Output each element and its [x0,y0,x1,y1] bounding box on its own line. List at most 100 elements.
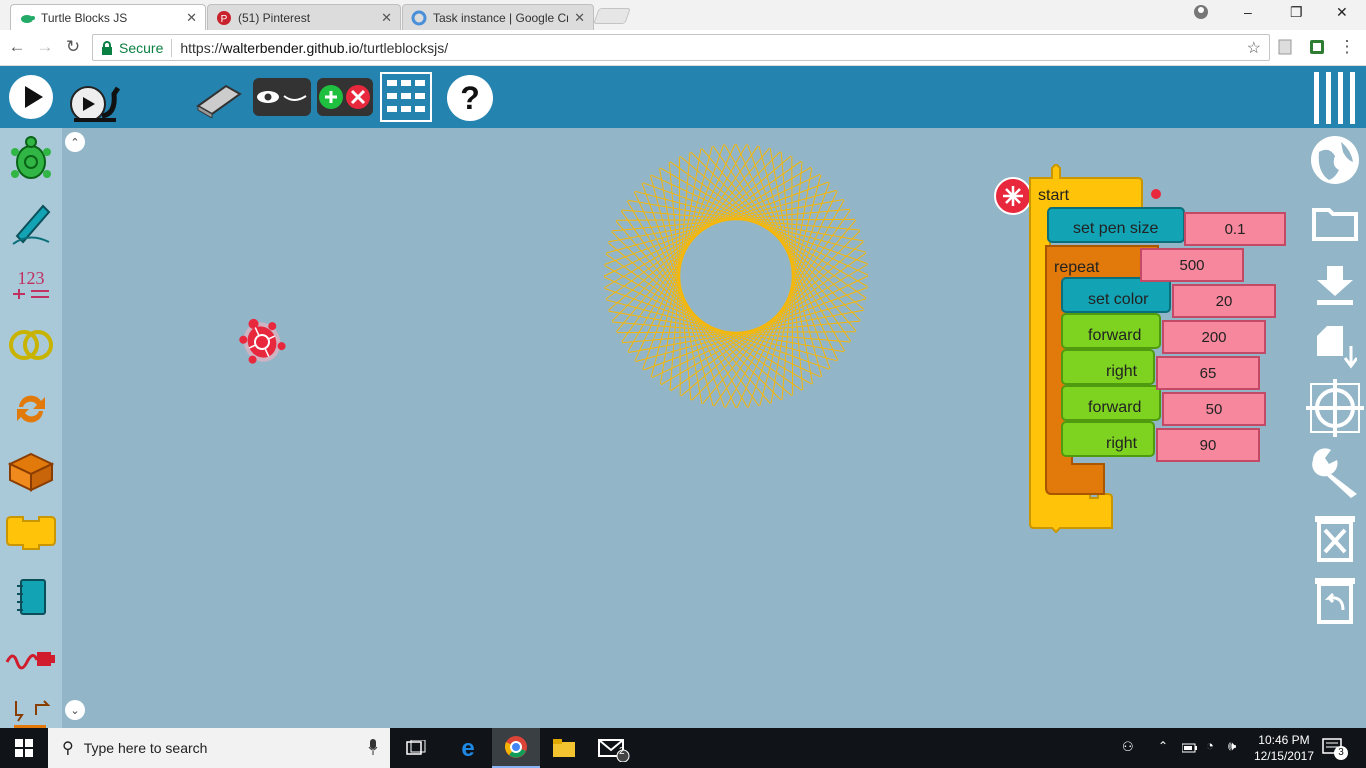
action-center-icon[interactable]: 3 [1322,738,1350,760]
svg-text:?: ? [460,80,480,116]
set-pen-size-label: set pen size [1073,220,1159,237]
people-icon[interactable]: ⚇ [1122,739,1134,755]
block-palette: ⌃ 123 ⌄ [0,128,85,735]
windows-taskbar: ⚲ Type here to search e 2 ⚇ ⌃ ◔ 🕪 10:46 … [0,728,1366,768]
boolean-icon[interactable] [4,318,58,372]
repeat-value[interactable]: 500 [1140,248,1244,282]
secure-label: Secure [119,39,164,56]
color-value-text: 20 [1215,292,1233,310]
maximize-icon[interactable]: ❐ [1290,4,1303,21]
open-folder-icon[interactable] [1305,194,1365,250]
scroll-down-icon[interactable]: ⌄ [65,700,85,720]
mail-icon[interactable]: 2 [590,728,638,768]
action-icon[interactable] [4,506,58,560]
spirograph-center [684,224,788,328]
url-scheme: https:// [180,39,223,56]
save-file-icon[interactable] [1305,318,1365,374]
turtle-sprite[interactable] [234,314,290,370]
sensors-icon[interactable] [4,632,58,686]
svg-text:e: e [461,736,474,760]
slow-snail-icon[interactable] [66,74,122,124]
turtle-blocks-header: ? [0,66,1366,128]
minimize-icon[interactable]: – [1244,4,1252,20]
tab-task-instance[interactable]: Task instance | Google Cr ✕ [402,4,594,30]
flow-icon[interactable] [4,382,58,436]
hide-show-blocks-icon[interactable] [252,76,312,118]
notification-count: 3 [1334,746,1348,760]
forward-value[interactable]: 50 [1162,392,1266,426]
media-icon[interactable] [4,570,58,624]
divider [171,38,173,57]
start-block-label: start [1038,187,1070,204]
close-tab-icon[interactable]: ✕ [381,10,392,26]
url-text[interactable]: https://walterbender.github.io/turtleblo… [180,40,448,56]
box-icon[interactable] [4,444,58,498]
url-host: walterbender.github.io [222,39,360,56]
pdf-extension-icon[interactable] [1274,36,1296,58]
reload-icon[interactable]: ↻ [62,36,84,58]
windows-start-icon[interactable] [0,728,48,768]
battery-icon[interactable] [1181,740,1198,758]
back-icon[interactable]: ← [6,36,28,58]
number-icon[interactable]: 123 [4,256,58,310]
repeat-label: repeat [1054,259,1100,276]
extension-icon[interactable] [1306,36,1328,58]
pinterest-favicon-icon: P [216,10,232,26]
play-icon[interactable] [8,74,54,120]
search-icon: ⚲ [62,740,74,757]
gear-favicon-icon [411,10,427,26]
forward-value[interactable]: 200 [1162,320,1266,354]
pen-size-value-text: 0.1 [1224,220,1246,238]
wrench-icon[interactable] [1305,444,1365,500]
right-value[interactable]: 65 [1156,356,1260,390]
bookmark-star-icon[interactable]: ☆ [1247,38,1261,58]
forward-label: forward [1088,327,1142,344]
pen-size-value[interactable]: 0.1 [1184,212,1286,246]
edge-browser-icon[interactable]: e [444,728,492,768]
secure-lock-icon[interactable] [101,40,113,55]
close-tab-icon[interactable]: ✕ [186,10,197,26]
tab-turtle-blocks[interactable]: Turtle Blocks JS ✕ [10,4,206,30]
chrome-menu-icon[interactable]: ⋮ [1336,36,1358,58]
file-explorer-icon[interactable] [540,728,588,768]
tab-title: Task instance | Google Cr [433,10,569,25]
tab-title: Turtle Blocks JS [41,10,128,25]
pen-icon[interactable] [4,194,58,248]
new-tab-button[interactable] [593,8,631,24]
globe-icon[interactable] [1305,132,1365,188]
turtle-canvas[interactable]: start set pen size 0.1 repeat 500 set co… [62,128,1366,728]
eraser-icon[interactable] [194,78,244,118]
close-tab-icon[interactable]: ✕ [574,10,585,26]
system-clock[interactable]: 10:46 PM 12/15/2017 [1254,732,1314,764]
volume-icon[interactable]: 🕪 [1228,738,1236,754]
browser-tab-strip: Turtle Blocks JS ✕ P (51) Pinterest ✕ Ta… [0,0,1366,30]
close-window-icon[interactable]: ✕ [1336,4,1348,21]
forward-value-text: 200 [1201,328,1227,346]
repeat-value-text: 500 [1179,256,1205,274]
scroll-up-icon[interactable]: ⌃ [65,132,85,152]
task-view-icon[interactable] [392,728,440,768]
taskbar-search[interactable]: ⚲ Type here to search [48,728,390,768]
address-bar[interactable]: Secure https://walterbender.github.io/tu… [92,34,1270,61]
right-value[interactable]: 90 [1156,428,1260,462]
chrome-taskbar-icon[interactable] [492,728,540,768]
grid-icon[interactable] [380,72,432,122]
menu-icon[interactable] [1310,70,1358,126]
show-hidden-icons-icon[interactable]: ⌃ [1158,739,1168,753]
help-icon[interactable]: ? [446,74,494,122]
microphone-icon[interactable] [368,738,378,758]
trash-icon[interactable] [1305,510,1365,566]
mail-badge: 2 [619,746,625,757]
tab-pinterest[interactable]: P (51) Pinterest ✕ [207,4,401,30]
download-icon[interactable] [1305,256,1365,312]
forward-icon[interactable]: → [34,36,56,58]
restore-trash-icon[interactable] [1305,572,1365,628]
clock-date: 12/15/2017 [1253,749,1314,763]
collapse-expand-icon[interactable] [316,76,374,118]
wifi-icon[interactable]: ◔ [1206,738,1214,753]
clock-time: 10:46 PM [1258,733,1310,747]
color-value[interactable]: 20 [1172,284,1276,318]
profile-icon[interactable] [1193,4,1209,23]
turtle-icon[interactable] [4,132,58,186]
crosshair-grid-icon[interactable] [1305,379,1365,437]
